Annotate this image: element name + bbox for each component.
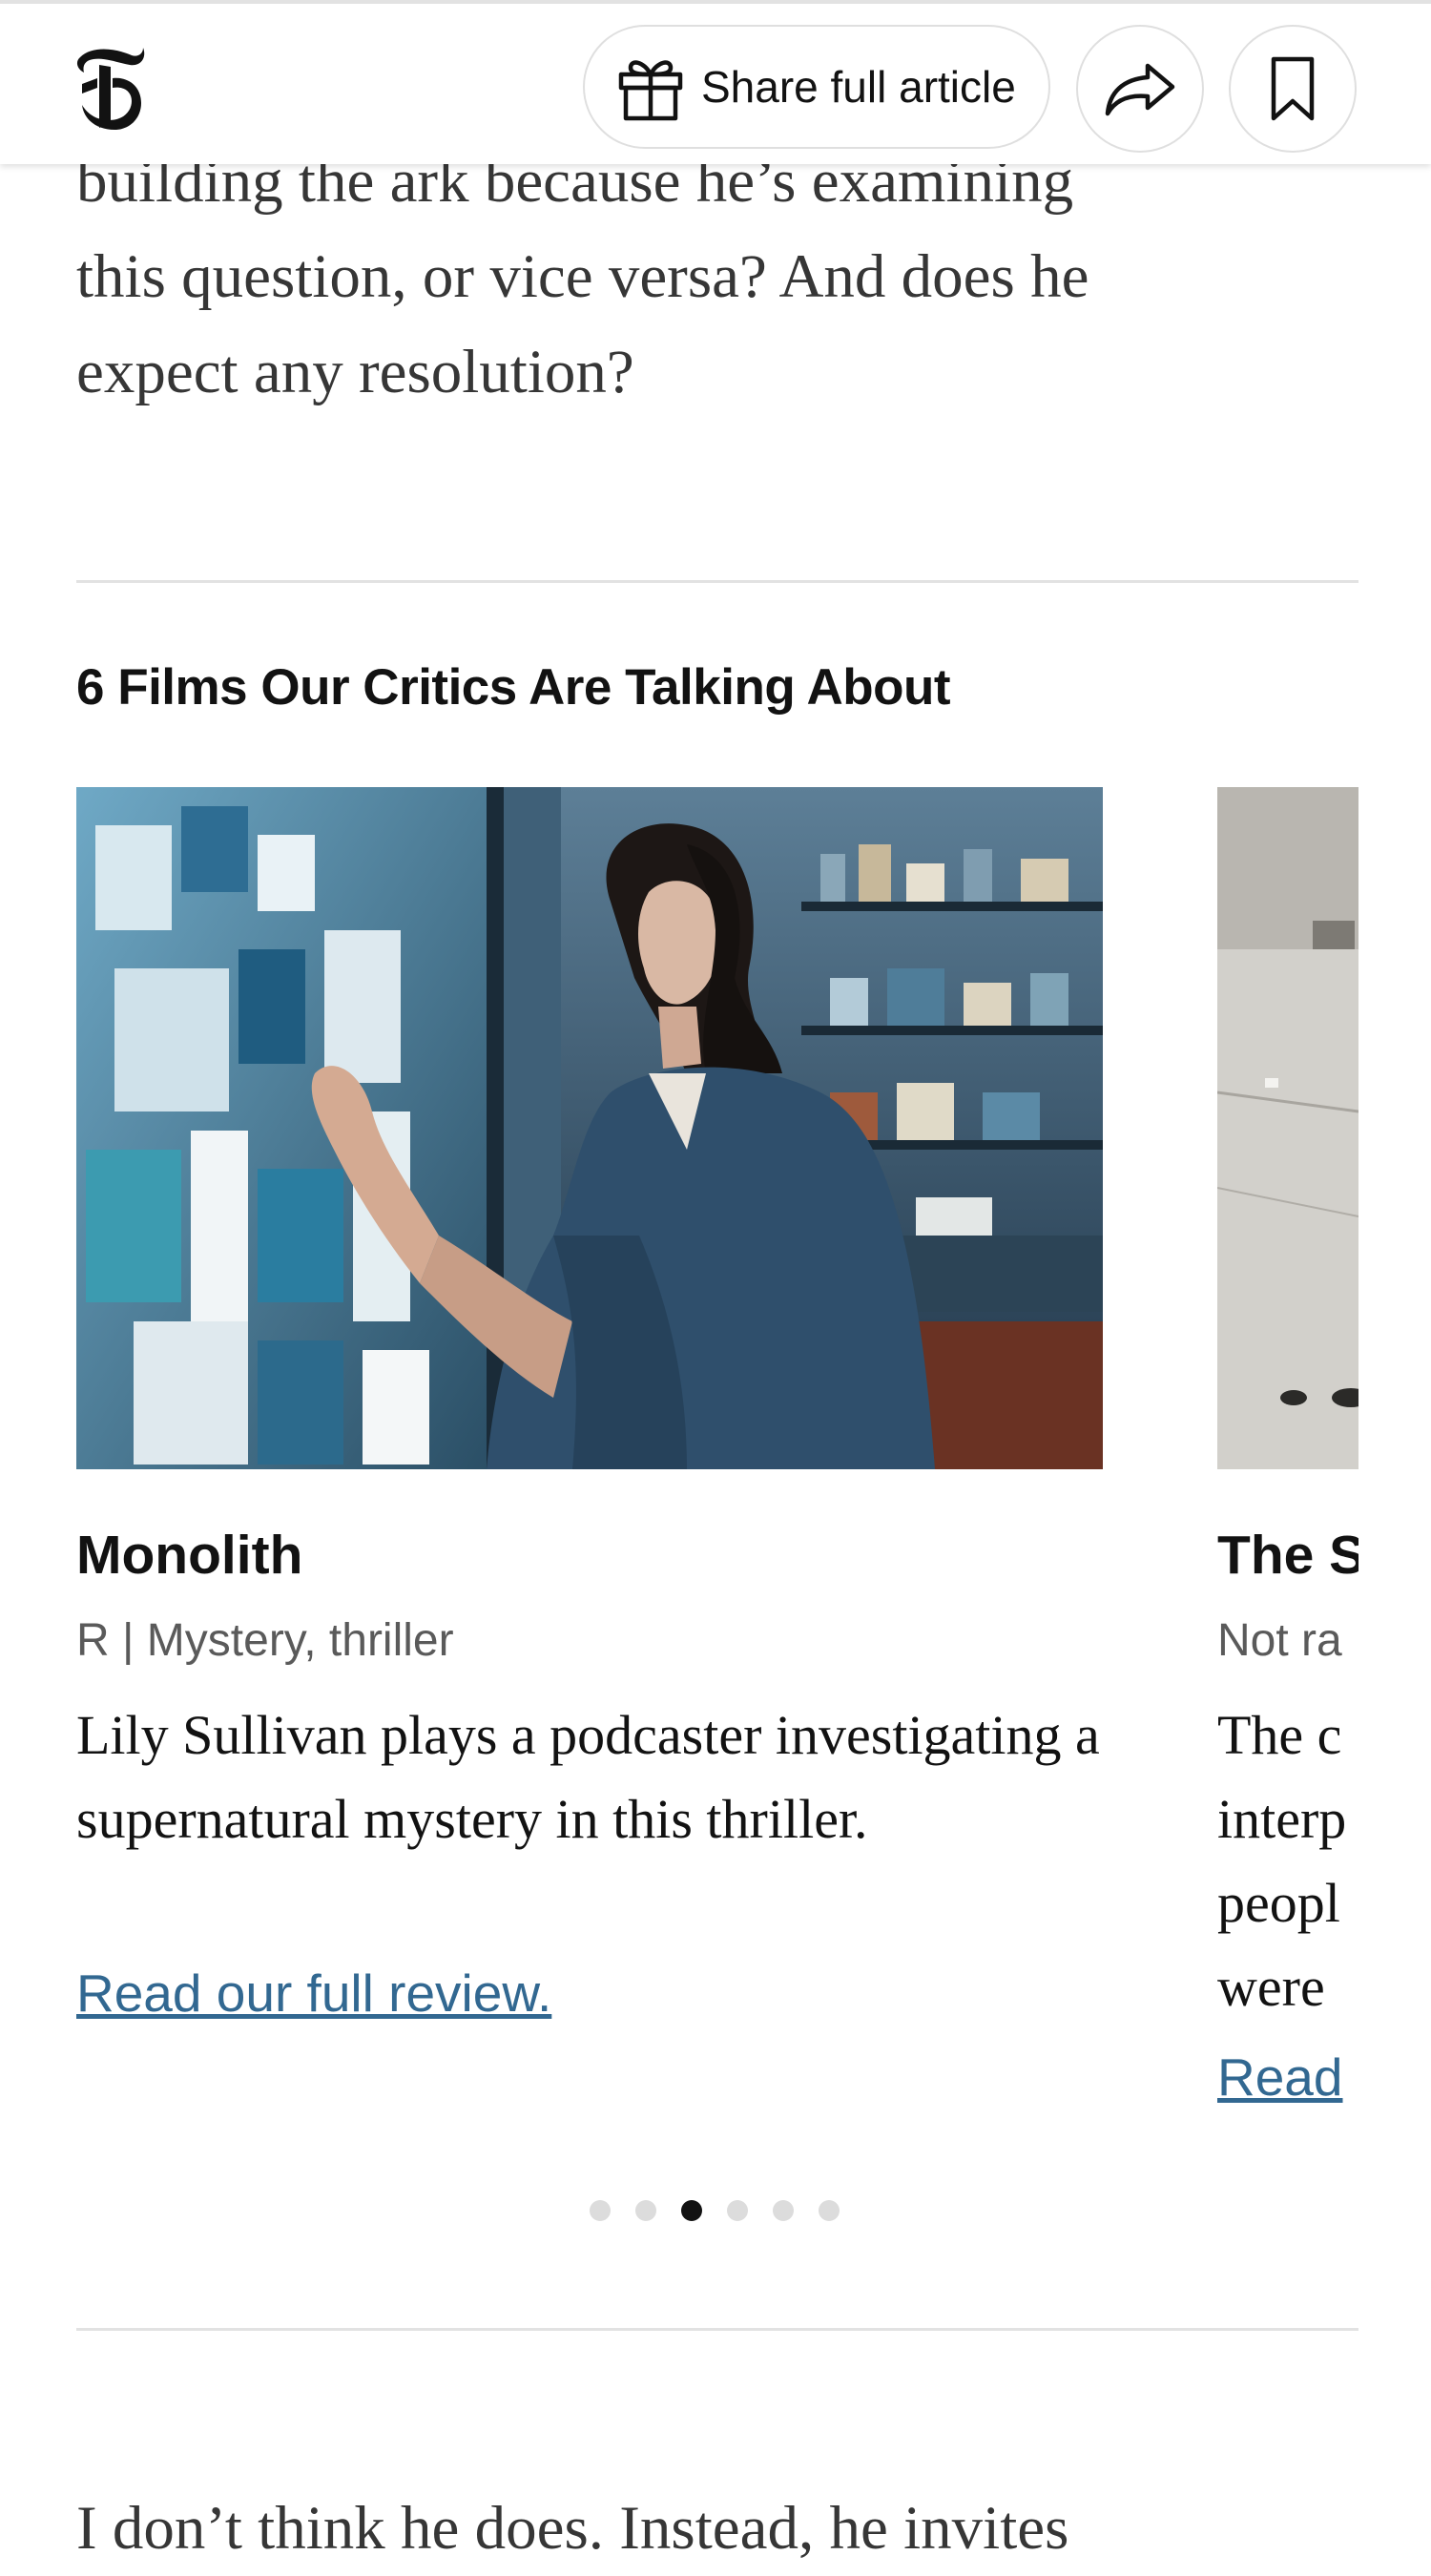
article-line: this question, or vice versa? And does h… [76, 242, 1089, 311]
carousel-dot[interactable] [727, 2200, 748, 2221]
carousel-dot[interactable] [819, 2200, 840, 2221]
film-rating-genre: R | Mystery, thriller [76, 1615, 454, 1666]
film-title[interactable]: Monolith [76, 1524, 302, 1587]
read-full-review-link[interactable]: Read our full review. [76, 1963, 551, 2024]
nyt-t-logo-icon[interactable] [71, 40, 147, 135]
film-description-line: peopl [1217, 1872, 1340, 1934]
article-paragraph-top: building the ark because he’s examining … [76, 134, 1355, 420]
gift-icon [613, 50, 688, 124]
carousel-dot[interactable] [590, 2200, 611, 2221]
film-card-next[interactable]: The S Not ra The c interp peopl were Rea… [1217, 787, 1358, 2107]
film-description-line: The c [1217, 1704, 1342, 1766]
section-divider-bottom [76, 2328, 1358, 2331]
carousel-dot[interactable] [773, 2200, 794, 2221]
film-rating-genre: Not ra [1217, 1615, 1342, 1666]
film-description: The c interp peopl were [1217, 1693, 1358, 2029]
top-bar: Share full article [0, 0, 1431, 164]
article-line: expect any resolution? [76, 338, 634, 406]
bookmark-button[interactable] [1229, 25, 1357, 153]
article-paragraph-bottom: I don’t think he does. Instead, he invit… [76, 2481, 1358, 2576]
carousel-title: 6 Films Our Critics Are Talking About [76, 659, 951, 716]
read-full-review-link[interactable]: Read [1217, 2046, 1342, 2108]
carousel-pagination [590, 2200, 840, 2221]
carousel-dot-active[interactable] [681, 2200, 702, 2221]
share-arrow-icon [1105, 63, 1175, 116]
film-carousel[interactable]: Monolith R | Mystery, thriller Lily Sull… [76, 787, 1358, 2123]
share-button[interactable] [1076, 25, 1204, 153]
film-description-line: interp [1217, 1788, 1347, 1850]
film-card-monolith[interactable]: Monolith R | Mystery, thriller Lily Sull… [76, 787, 1103, 2023]
share-full-article-label: Share full article [701, 62, 1016, 112]
film-description: Lily Sullivan plays a podcaster investig… [76, 1704, 1100, 1850]
film-description-line: were [1217, 1956, 1325, 2018]
carousel-dot[interactable] [635, 2200, 656, 2221]
film-still-image[interactable] [76, 787, 1103, 1469]
article-line: I don’t think he does. Instead, he invit… [76, 2494, 1069, 2563]
share-full-article-button[interactable]: Share full article [583, 25, 1050, 149]
section-divider-top [76, 580, 1358, 583]
film-still-image[interactable] [1217, 787, 1358, 1469]
bookmark-icon [1271, 56, 1315, 121]
film-title[interactable]: The S [1217, 1524, 1358, 1587]
